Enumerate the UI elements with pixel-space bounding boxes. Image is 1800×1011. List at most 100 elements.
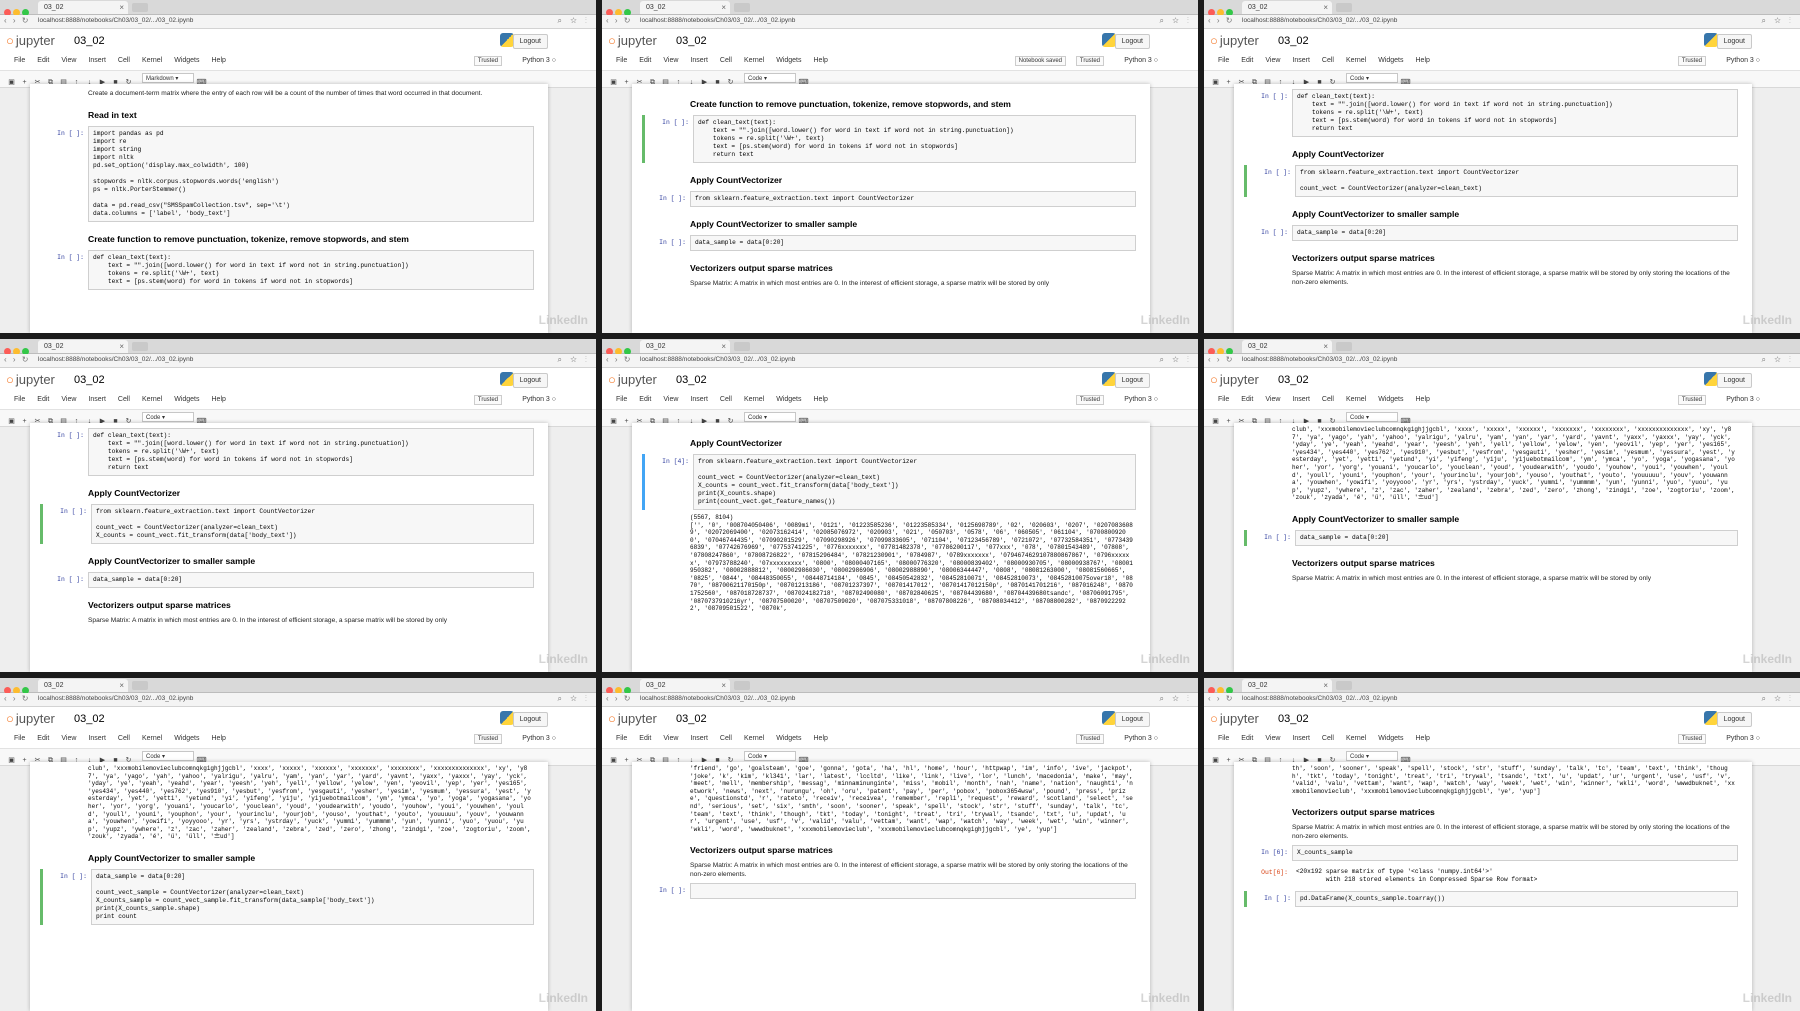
browser-tab[interactable]: 03_02 × xyxy=(38,340,128,353)
cell-type-select[interactable]: Code ▾ xyxy=(744,73,796,83)
add-cell-icon[interactable]: + xyxy=(1223,417,1234,427)
menu-item-cell[interactable]: Cell xyxy=(720,57,732,64)
address-bar[interactable]: ‹ › ↻ localhost:8888/notebooks/Ch03/03_02… xyxy=(602,354,1198,368)
menu-item-help[interactable]: Help xyxy=(1416,396,1430,403)
close-tab-icon[interactable]: × xyxy=(1323,1,1328,14)
menu-item-help[interactable]: Help xyxy=(212,57,226,64)
code-editor[interactable]: data_sample = data[0:20] xyxy=(1292,225,1738,241)
new-tab-button[interactable] xyxy=(1336,342,1352,351)
address-bar[interactable]: ‹ › ↻ localhost:8888/notebooks/Ch03/03_02… xyxy=(0,15,596,29)
menu-item-view[interactable]: View xyxy=(663,735,678,742)
cell-type-select[interactable]: Code ▾ xyxy=(744,412,796,422)
close-tab-icon[interactable]: × xyxy=(1323,679,1328,692)
new-tab-button[interactable] xyxy=(734,681,750,690)
close-tab-icon[interactable]: × xyxy=(119,1,124,14)
url-text[interactable]: localhost:8888/notebooks/Ch03/03_02/.../… xyxy=(640,356,795,363)
browser-tools-icon[interactable]: ⌕ ☆ ⋮ xyxy=(1762,16,1794,26)
add-cell-icon[interactable]: + xyxy=(19,78,30,88)
menu-item-widgets[interactable]: Widgets xyxy=(1378,396,1403,403)
menu-item-file[interactable]: File xyxy=(616,735,627,742)
code-cell[interactable]: In [ ]: data_sample = data[0:20] xyxy=(1244,225,1738,241)
code-editor[interactable]: from sklearn.feature_extraction.text imp… xyxy=(1295,165,1738,197)
logout-button[interactable]: Logout xyxy=(1716,712,1752,727)
menu-item-edit[interactable]: Edit xyxy=(639,57,651,64)
code-cell[interactable]: In [4]: from sklearn.feature_extraction.t… xyxy=(642,454,1136,510)
menu-item-help[interactable]: Help xyxy=(212,396,226,403)
address-bar[interactable]: ‹ › ↻ localhost:8888/notebooks/Ch03/03_02… xyxy=(0,693,596,707)
notebook-name[interactable]: 03_02 xyxy=(74,713,105,725)
save-icon[interactable]: ▣ xyxy=(1210,417,1221,427)
jupyter-logo[interactable]: ○ jupyter xyxy=(608,372,657,387)
menu-item-cell[interactable]: Cell xyxy=(1322,396,1334,403)
browser-tools-icon[interactable]: ⌕ ☆ ⋮ xyxy=(1160,16,1192,26)
jupyter-logo[interactable]: ○ jupyter xyxy=(6,33,55,48)
address-bar[interactable]: ‹ › ↻ localhost:8888/notebooks/Ch03/03_02… xyxy=(1204,693,1800,707)
browser-tools-icon[interactable]: ⌕ ☆ ⋮ xyxy=(558,355,590,365)
menu-item-view[interactable]: View xyxy=(61,396,76,403)
save-icon[interactable]: ▣ xyxy=(608,756,619,766)
code-cell[interactable]: In [ ]: def clean_text(text): text = "".j… xyxy=(40,250,534,290)
trusted-badge[interactable]: Trusted xyxy=(1677,395,1706,405)
address-bar[interactable]: ‹ › ↻ localhost:8888/notebooks/Ch03/03_02… xyxy=(0,354,596,368)
menu-item-view[interactable]: View xyxy=(663,396,678,403)
jupyter-logo[interactable]: ○ jupyter xyxy=(6,372,55,387)
nav-arrows-icon[interactable]: ‹ › ↻ xyxy=(606,16,632,25)
logout-button[interactable]: Logout xyxy=(1114,34,1150,49)
code-editor[interactable]: from sklearn.feature_extraction.text imp… xyxy=(690,191,1136,207)
code-editor[interactable]: from sklearn.feature_extraction.text imp… xyxy=(693,454,1136,510)
browser-tab[interactable]: 03_02 × xyxy=(1242,679,1332,692)
url-text[interactable]: localhost:8888/notebooks/Ch03/03_02/.../… xyxy=(38,17,193,24)
menu-item-file[interactable]: File xyxy=(14,396,25,403)
save-icon[interactable]: ▣ xyxy=(1210,78,1221,88)
jupyter-logo[interactable]: ○ jupyter xyxy=(1210,33,1259,48)
nav-arrows-icon[interactable]: ‹ › ↻ xyxy=(4,355,30,364)
trusted-badge[interactable]: Trusted xyxy=(473,734,502,744)
close-tab-icon[interactable]: × xyxy=(119,679,124,692)
menu-item-help[interactable]: Help xyxy=(814,57,828,64)
menu-item-kernel[interactable]: Kernel xyxy=(1346,396,1366,403)
new-tab-button[interactable] xyxy=(1336,3,1352,12)
code-editor[interactable]: def clean_text(text): text = "".join([wo… xyxy=(88,250,534,290)
new-tab-button[interactable] xyxy=(1336,681,1352,690)
trusted-badge[interactable]: Trusted xyxy=(473,395,502,405)
menu-item-widgets[interactable]: Widgets xyxy=(174,57,199,64)
menu-item-file[interactable]: File xyxy=(14,735,25,742)
add-cell-icon[interactable]: + xyxy=(621,756,632,766)
logout-button[interactable]: Logout xyxy=(1716,34,1752,49)
menu-item-cell[interactable]: Cell xyxy=(1322,57,1334,64)
code-editor[interactable]: data_sample = data[0:20] xyxy=(1295,529,1738,546)
menu-item-insert[interactable]: Insert xyxy=(88,396,106,403)
menu-item-widgets[interactable]: Widgets xyxy=(1378,735,1403,742)
menu-item-insert[interactable]: Insert xyxy=(690,57,708,64)
menu-item-file[interactable]: File xyxy=(1218,57,1229,64)
menu-item-insert[interactable]: Insert xyxy=(1292,735,1310,742)
nav-arrows-icon[interactable]: ‹ › ↻ xyxy=(606,694,632,703)
menu-item-widgets[interactable]: Widgets xyxy=(776,57,801,64)
url-text[interactable]: localhost:8888/notebooks/Ch03/03_02/.../… xyxy=(1242,356,1397,363)
menu-item-help[interactable]: Help xyxy=(1416,57,1430,64)
code-editor[interactable]: data_sample = data[0:20] xyxy=(690,235,1136,251)
code-cell[interactable]: In [ ]: data_sample = data[0:20] xyxy=(40,572,534,588)
code-cell[interactable]: In [ ]: data_sample = data[0:20] count_ve… xyxy=(40,868,534,925)
logout-button[interactable]: Logout xyxy=(1114,373,1150,388)
menu-item-file[interactable]: File xyxy=(616,396,627,403)
close-tab-icon[interactable]: × xyxy=(1323,340,1328,353)
menu-item-edit[interactable]: Edit xyxy=(639,396,651,403)
menu-item-file[interactable]: File xyxy=(616,57,627,64)
menu-item-view[interactable]: View xyxy=(1265,396,1280,403)
menu-item-insert[interactable]: Insert xyxy=(88,735,106,742)
menu-item-view[interactable]: View xyxy=(1265,57,1280,64)
add-cell-icon[interactable]: + xyxy=(19,417,30,427)
menu-item-kernel[interactable]: Kernel xyxy=(142,396,162,403)
code-cell[interactable]: In [ ]: data_sample = data[0:20] xyxy=(1244,529,1738,546)
close-tab-icon[interactable]: × xyxy=(721,1,726,14)
menu-item-insert[interactable]: Insert xyxy=(690,735,708,742)
trusted-badge[interactable]: Trusted xyxy=(1075,734,1104,744)
cell-type-select[interactable]: Code ▾ xyxy=(142,751,194,761)
menu-item-edit[interactable]: Edit xyxy=(639,735,651,742)
menu-item-kernel[interactable]: Kernel xyxy=(1346,735,1366,742)
browser-tab[interactable]: 03_02 × xyxy=(640,679,730,692)
cell-type-select[interactable]: Code ▾ xyxy=(142,412,194,422)
menu-item-help[interactable]: Help xyxy=(814,735,828,742)
browser-tools-icon[interactable]: ⌕ ☆ ⋮ xyxy=(1762,355,1794,365)
